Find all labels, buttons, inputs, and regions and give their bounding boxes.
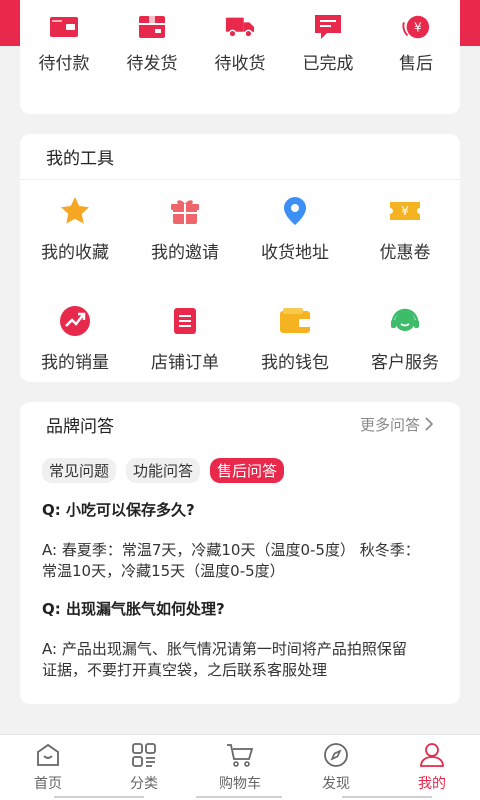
category-icon bbox=[130, 741, 158, 769]
trend-up-icon bbox=[58, 304, 92, 338]
tab-after-sales-questions[interactable]: 售后问答 bbox=[210, 458, 285, 483]
wallet-yellow-icon bbox=[278, 304, 312, 338]
order-label: 待付款 bbox=[38, 54, 90, 74]
location-pin-icon bbox=[278, 194, 312, 228]
nav-home[interactable]: 首页 bbox=[0, 735, 96, 800]
nav-label: 分类 bbox=[130, 776, 158, 792]
order-pending-shipment[interactable]: 待发货 bbox=[108, 12, 196, 74]
qa-answer-line: 常温10天，冷藏15天（温度0-5度） bbox=[42, 562, 285, 580]
tools-title: 我的工具 bbox=[46, 149, 114, 169]
tool-address[interactable]: 收货地址 bbox=[240, 194, 350, 304]
order-label: 已完成 bbox=[302, 54, 354, 74]
nav-label: 发现 bbox=[322, 776, 350, 792]
qa-title: 品牌问答 bbox=[46, 416, 114, 437]
chevron-right-icon bbox=[425, 417, 434, 431]
home-icon bbox=[34, 741, 62, 769]
indicator-segment bbox=[54, 796, 144, 798]
tool-label: 我的收藏 bbox=[41, 243, 109, 263]
my-tools-card: 我的工具 我的收藏 我的邀请 收货地址 ¥ 优惠卷 我的销量 店铺订单 我的钱包… bbox=[20, 134, 460, 382]
tool-wallet[interactable]: 我的钱包 bbox=[240, 304, 350, 406]
brand-qa-card: 品牌问答 更多问答 常见问题 功能问答 售后问答 Q: 小吃可以保存多久? A:… bbox=[20, 402, 460, 704]
tool-label: 客户服务 bbox=[371, 353, 439, 373]
qa-header: 品牌问答 更多问答 bbox=[20, 402, 460, 446]
header-accent-right bbox=[458, 0, 480, 46]
tool-label: 收货地址 bbox=[261, 243, 329, 263]
more-qa-label: 更多问答 bbox=[359, 415, 420, 434]
compass-icon bbox=[322, 741, 350, 769]
nav-me[interactable]: 我的 bbox=[384, 735, 480, 800]
nav-label: 我的 bbox=[418, 776, 446, 792]
nav-label: 购物车 bbox=[219, 776, 261, 792]
message-icon bbox=[313, 12, 343, 42]
svg-text:¥: ¥ bbox=[414, 21, 422, 35]
star-icon bbox=[58, 194, 92, 228]
headset-icon bbox=[388, 304, 422, 338]
tool-label: 我的销量 bbox=[41, 353, 109, 373]
qa-answer-line: A: 春夏季：常温7天，冷藏10天（温度0-5度） 秋冬季： bbox=[42, 541, 420, 559]
order-label: 售后 bbox=[399, 54, 433, 74]
qa-tabs: 常见问题 功能问答 售后问答 bbox=[20, 446, 460, 483]
nav-label: 首页 bbox=[34, 776, 62, 792]
refund-icon: ¥ bbox=[401, 12, 431, 42]
qa-question: Q: 出现漏气胀气如何处理? bbox=[42, 600, 225, 618]
user-icon bbox=[418, 741, 446, 769]
tools-header: 我的工具 bbox=[20, 134, 460, 180]
order-status-card: 待付款 待发货 待收货 已完成 ¥ 售后 bbox=[20, 0, 460, 114]
package-icon bbox=[137, 12, 167, 42]
nav-discover[interactable]: 发现 bbox=[288, 735, 384, 800]
truck-icon bbox=[225, 12, 255, 42]
document-icon bbox=[168, 304, 202, 338]
tool-label: 店铺订单 bbox=[151, 353, 219, 373]
tool-store-orders[interactable]: 店铺订单 bbox=[130, 304, 240, 406]
cart-icon bbox=[226, 741, 254, 769]
gift-icon bbox=[168, 194, 202, 228]
tab-feature-questions[interactable]: 功能问答 bbox=[126, 458, 201, 483]
header-accent-left bbox=[0, 0, 22, 46]
order-completed[interactable]: 已完成 bbox=[284, 12, 372, 74]
nav-category[interactable]: 分类 bbox=[96, 735, 192, 800]
tool-customer-service[interactable]: 客户服务 bbox=[350, 304, 460, 406]
bottom-nav: 首页 分类 购物车 发现 我的 bbox=[0, 734, 480, 800]
coupon-icon: ¥ bbox=[388, 194, 422, 228]
tool-coupons[interactable]: ¥ 优惠卷 bbox=[350, 194, 460, 304]
tool-sales[interactable]: 我的销量 bbox=[20, 304, 130, 406]
qa-answer-line: A: 产品出现漏气、胀气情况请第一时间将产品拍照保留 bbox=[42, 640, 407, 658]
indicator-segment bbox=[196, 796, 282, 798]
nav-cart[interactable]: 购物车 bbox=[192, 735, 288, 800]
more-qa-link[interactable]: 更多问答 bbox=[360, 414, 434, 435]
qa-answer-line: 证据，不要打开真空袋，之后联系客服处理 bbox=[42, 661, 328, 679]
indicator-segment bbox=[342, 796, 432, 798]
tool-label: 我的邀请 bbox=[151, 243, 219, 263]
qa-question: Q: 小吃可以保存多久? bbox=[42, 501, 195, 519]
tool-invitations[interactable]: 我的邀请 bbox=[130, 194, 240, 304]
order-after-sales[interactable]: ¥ 售后 bbox=[372, 12, 460, 74]
tab-common-questions[interactable]: 常见问题 bbox=[42, 458, 117, 483]
order-label: 待收货 bbox=[214, 54, 266, 74]
tool-label: 我的钱包 bbox=[261, 353, 329, 373]
order-pending-receipt[interactable]: 待收货 bbox=[196, 12, 284, 74]
order-pending-payment[interactable]: 待付款 bbox=[20, 12, 108, 74]
tool-label: 优惠卷 bbox=[379, 243, 431, 263]
svg-text:¥: ¥ bbox=[401, 204, 409, 218]
tool-favorites[interactable]: 我的收藏 bbox=[20, 194, 130, 304]
order-label: 待发货 bbox=[126, 54, 178, 74]
wallet-icon bbox=[49, 12, 79, 42]
